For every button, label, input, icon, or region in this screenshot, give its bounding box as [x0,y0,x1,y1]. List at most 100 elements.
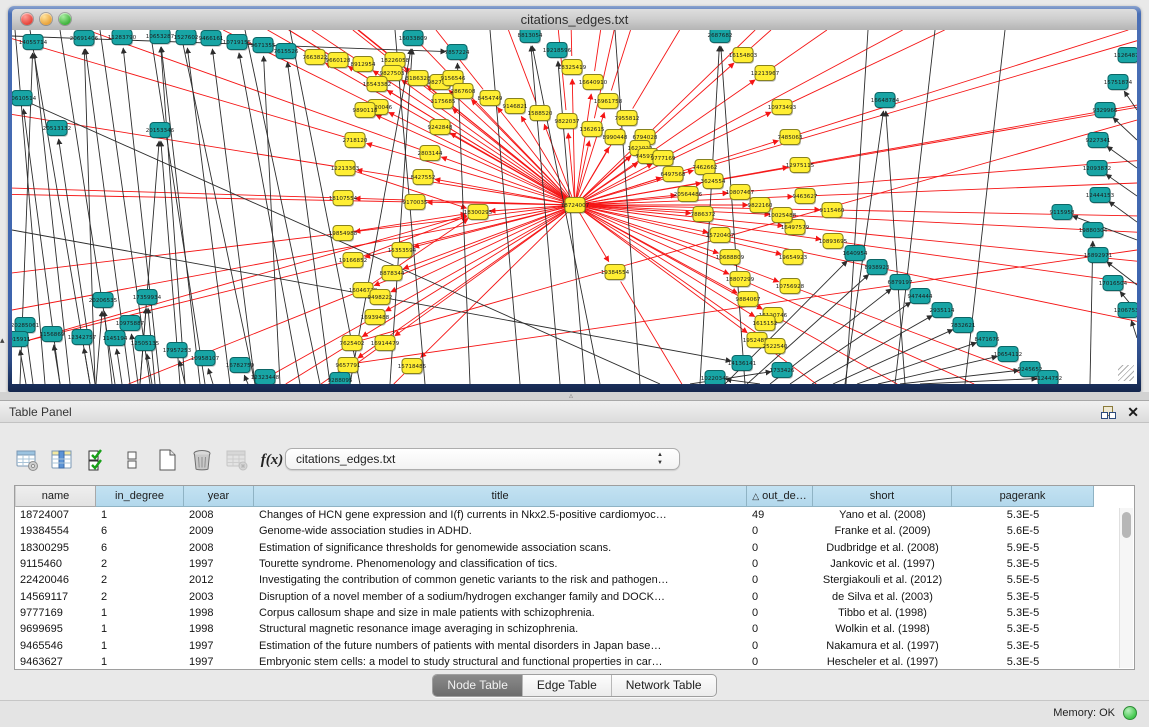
column-header-out-degree[interactable]: △out_de… [747,486,813,507]
graph-node[interactable]: 1362615 [580,122,605,138]
function-builder-icon[interactable]: f(x) [259,447,285,473]
graph-node[interactable]: 17016504 [1099,276,1128,292]
table-selector-dropdown[interactable]: citations_edges.txt ▲▼ [285,448,680,470]
tab-node-table[interactable]: Node Table [433,675,523,696]
graph-node[interactable]: 2522540 [763,339,788,355]
graph-node[interactable]: 2867608 [451,84,476,100]
table-row[interactable]: 1938455462009Genome-wide association stu… [15,523,1134,539]
graph-node[interactable]: 9884067 [736,292,761,308]
graph-node[interactable]: 15751874 [1104,75,1133,91]
graph-node[interactable]: 9474444 [908,289,933,305]
graph-node[interactable]: 10688809 [716,250,745,266]
graph-node[interactable]: 1588520 [528,106,553,122]
graph-node[interactable]: 19218596 [543,43,572,59]
graph-node[interactable]: 10719155 [223,35,252,51]
graph-node[interactable]: 9463627 [793,189,818,205]
citation-network-graph[interactable]: 1872400718300295766382296601288912954182… [12,30,1137,384]
attribute-table[interactable]: name in_degree year title △out_de… short… [14,485,1135,670]
show-columns-icon[interactable] [49,447,75,473]
graph-node[interactable]: 11283790 [108,30,137,46]
graph-node[interactable]: 2718120 [343,133,368,149]
graph-node[interactable]: 10025488 [768,208,797,224]
graph-node[interactable]: 16782759 [226,358,255,374]
graph-node[interactable]: 9822037 [555,114,580,130]
table-row[interactable]: 911546021997Tourette syndrome. Phenomeno… [15,556,1134,572]
graph-node[interactable]: 7955812 [615,111,640,127]
graph-node[interactable]: 3175685 [431,94,456,110]
splitter-grip-icon[interactable]: ▵ [569,393,578,399]
graph-node[interactable]: 10653287 [146,30,175,45]
graph-node[interactable]: 17359934 [133,290,162,306]
graph-node[interactable]: 15353594 [388,243,417,259]
graph-node[interactable]: 9115958 [1050,205,1075,221]
graph-node[interactable]: 10893695 [819,234,848,250]
graph-node[interactable]: 7485063 [778,130,803,146]
graph-node[interactable]: 12323448 [251,370,280,385]
graph-node[interactable]: 9822160 [748,198,773,214]
graph-node[interactable]: 10220345 [701,371,730,385]
graph-node[interactable]: 18107554 [329,191,358,207]
table-row[interactable]: 946554611997Estimation of the future num… [15,637,1134,653]
graph-node[interactable]: 7832621 [951,318,976,334]
canvas-resize-grip[interactable] [1118,365,1134,381]
graph-node[interactable]: 8878344 [380,266,405,282]
graph-node[interactable]: 9660128 [326,53,351,69]
graph-node[interactable]: 18724007 [561,198,590,214]
graph-node[interactable]: 12213967 [751,66,780,82]
graph-node[interactable]: 16640910 [579,75,608,91]
graph-node[interactable]: 15720407 [706,228,735,244]
graph-node[interactable]: 12093872 [1083,161,1111,177]
graph-node[interactable]: 21244752 [1034,371,1062,385]
graph-node[interactable]: 19166852 [339,253,367,269]
float-panel-icon[interactable] [1101,405,1115,419]
graph-node[interactable]: 2935114 [930,303,955,319]
graph-node[interactable]: 12444153 [1086,188,1115,204]
graph-node[interactable]: 15718485 [398,359,427,375]
graph-node[interactable]: 9227341 [1086,133,1111,149]
graph-node[interactable]: 16961758 [594,94,623,110]
graph-node[interactable]: 12505135 [131,336,160,352]
table-vertical-scrollbar[interactable] [1119,508,1133,668]
graph-node[interactable]: 8427552 [411,170,436,186]
graph-node[interactable]: 1615152 [753,316,778,332]
graph-node[interactable]: 9671355 [251,38,276,54]
graph-node[interactable]: 9890118 [353,103,378,119]
graph-node[interactable]: 1733426 [770,363,795,379]
graph-node[interactable]: 7663822 [303,50,328,66]
graph-node[interactable]: 9242848 [428,120,453,136]
graph-node[interactable]: 8912954 [351,57,376,73]
memory-ok-indicator[interactable] [1123,706,1137,720]
table-row[interactable]: 1830029562008Estimation of significance … [15,540,1134,556]
graph-node[interactable]: 19384554 [601,265,630,281]
graph-node[interactable]: 9288095 [328,373,353,385]
graph-node[interactable]: 7615526 [274,44,299,60]
graph-node[interactable]: 7886372 [691,207,716,223]
graph-node[interactable]: 15892971 [1084,248,1113,264]
graph-node[interactable]: 20513132 [43,121,71,137]
graph-node[interactable]: 20206535 [89,293,118,309]
table-mode-icon[interactable] [14,447,40,473]
graph-node[interactable]: 3915911 [12,332,31,348]
graph-node[interactable]: 19880304 [1079,223,1108,239]
table-row[interactable]: 1872400712008Changes of HCN gene express… [15,507,1134,523]
graph-node[interactable]: 10654112 [994,347,1022,363]
graph-node[interactable]: 2803144 [418,146,443,162]
graph-node[interactable]: 9146821 [503,99,528,115]
graph-node[interactable]: 9115460 [820,203,845,219]
graph-node[interactable]: 10958107 [191,351,220,367]
column-header-pagerank[interactable]: pagerank [952,486,1094,507]
graph-node[interactable]: 8938923 [865,260,890,276]
graph-node[interactable]: 16543382 [363,77,391,93]
panel-splitter[interactable]: ▵ [0,392,1149,400]
graph-node[interactable]: 7857224 [445,45,470,61]
table-row[interactable]: 1456911722003Disruption of a novel membe… [15,588,1134,604]
graph-node[interactable]: 9329966 [1093,103,1118,119]
graph-node[interactable]: 8813054 [518,30,543,44]
graph-node[interactable]: 12975115 [786,158,815,174]
graph-node[interactable]: 19854988 [329,226,358,242]
graph-node[interactable]: 9777169 [651,151,676,167]
graph-node[interactable]: 6497568 [661,167,686,183]
graph-node[interactable]: 12342757 [68,330,97,346]
graph-node[interactable]: 16939488 [361,310,390,326]
graph-node[interactable]: 9170035 [403,195,428,211]
